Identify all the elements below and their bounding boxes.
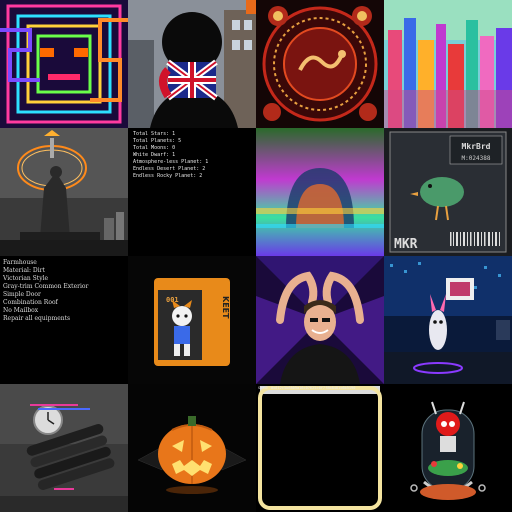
heart-hands-avatar-image: [256, 256, 384, 384]
planet-stat-line: White Dwarf: 1: [133, 152, 176, 158]
statue-of-liberty-image: [0, 128, 128, 256]
gallery-tile-robot-terrarium[interactable]: [384, 384, 512, 512]
hash-framed-image: [256, 384, 384, 512]
gallery-tile-red-mandala[interactable]: [256, 0, 384, 128]
toy-box-brand: KEET: [221, 296, 230, 319]
gallery-tile-toy-box[interactable]: 001 KEET: [128, 256, 256, 384]
nft-gallery-grid: Total Stars: 1 Total Planets: 5 Total Mo…: [0, 0, 512, 512]
gallery-tile-jack-o-lantern[interactable]: [128, 384, 256, 512]
gallery-tile-statue-of-liberty[interactable]: [0, 128, 128, 256]
mkrbrd-card-image: MkrBrd M:024388 MKR: [384, 128, 512, 256]
gallery-tile-planet-stats[interactable]: Total Stars: 1 Total Planets: 5 Total Mo…: [128, 128, 256, 256]
jack-o-lantern-image: [128, 384, 256, 512]
masked-figure-image: [128, 0, 256, 128]
mkrbrd-brand-text: MkrBrd: [462, 142, 491, 151]
gallery-tile-cityscape[interactable]: [384, 0, 512, 128]
farmhouse-trait-line: Material: Dirt: [3, 267, 45, 274]
gallery-tile-mkrbrd-card[interactable]: MkrBrd M:024388 MKR: [384, 128, 512, 256]
planet-stat-line: Atmosphere-less Planet: 1: [133, 159, 209, 165]
gallery-tile-psychedelic[interactable]: [256, 128, 384, 256]
gallery-tile-glitch-dynamite[interactable]: [0, 384, 128, 512]
farmhouse-trait-line: Gray-trim Common Exterior: [3, 283, 89, 290]
glitch-dynamite-image: [0, 384, 128, 512]
gallery-tile-heart-hands-avatar[interactable]: [256, 256, 384, 384]
farmhouse-trait-line: Farmhouse: [3, 259, 37, 266]
seed-hash-text: Seed: 0x612c5b6809a16c07625c0f7f8b8481c6…: [258, 386, 356, 390]
gallery-tile-cyber-bunny[interactable]: [384, 256, 512, 384]
toy-box-image: 001 KEET: [128, 256, 256, 384]
farmhouse-trait-line: Repair all equipments: [3, 315, 71, 322]
robot-terrarium-image: [384, 384, 512, 512]
mkrbrd-footer-text: MKR: [394, 237, 418, 252]
farmhouse-trait-line: Simple Door: [3, 291, 41, 298]
planet-stats-list: Total Stars: 1 Total Planets: 5 Total Mo…: [133, 131, 208, 180]
planet-stat-line: Endless Rocky Planet: 2: [133, 173, 203, 179]
gallery-tile-masked-figure[interactable]: [128, 0, 256, 128]
planet-stat-line: Total Stars: 1: [133, 131, 176, 137]
gallery-tile-hash-framed[interactable]: Seed: 0x612c5b6809a16c07625c0f7f8b8481c6…: [256, 384, 384, 512]
cityscape-image: [384, 0, 512, 128]
toy-box-number: 001: [166, 296, 179, 304]
farmhouse-trait-line: Victorian Style: [3, 275, 49, 282]
planet-stat-line: Endless Desert Planet: 2: [133, 166, 206, 172]
mkrbrd-serial-text: M:024388: [462, 155, 491, 162]
cyber-bunny-image: [384, 256, 512, 384]
planet-stat-line: Total Planets: 5: [133, 138, 182, 144]
planet-stat-line: Total Moons: 0: [133, 145, 176, 151]
red-mandala-image: [256, 0, 384, 128]
farmhouse-trait-line: Combination Roof: [3, 299, 58, 306]
farmhouse-traits-list: Farmhouse Material: Dirt Victorian Style…: [3, 259, 88, 323]
psychedelic-image: [256, 128, 384, 256]
farmhouse-trait-line: No Mailbox: [3, 307, 39, 314]
gallery-tile-farmhouse-traits[interactable]: Farmhouse Material: Dirt Victorian Style…: [0, 256, 128, 384]
gallery-tile-glitch-face[interactable]: [0, 0, 128, 128]
glitch-face-image: [0, 0, 128, 128]
